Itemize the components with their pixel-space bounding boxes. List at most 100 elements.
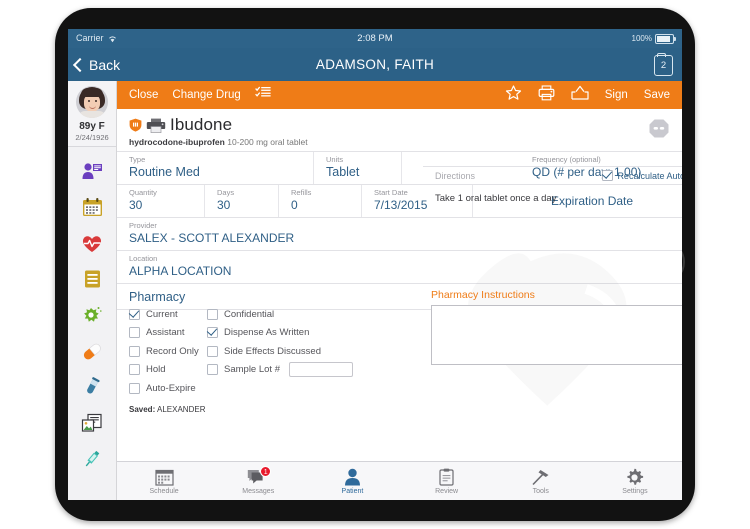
tab-icon-wrap <box>305 467 399 487</box>
sidebar-item-patient-profile[interactable] <box>68 153 116 189</box>
pharmacy-instructions-label: Pharmacy Instructions <box>431 289 535 301</box>
checkbox-box[interactable] <box>129 327 140 339</box>
checkbox-box[interactable] <box>207 345 218 357</box>
sidebar-item-notes[interactable] <box>68 261 116 297</box>
checkbox-label: Side Effects Discussed <box>224 345 321 357</box>
gear-icon <box>627 468 644 485</box>
main-panel: Close Change Drug Sign Save Ibudone hydr… <box>117 81 682 500</box>
checkbox-side-effects-discussed[interactable]: Side Effects Discussed <box>207 345 321 357</box>
directions-text[interactable]: Take 1 oral tablet once a day <box>423 185 682 275</box>
checkbox-hold[interactable]: Hold <box>129 364 207 376</box>
type-field[interactable]: Type Routine Med <box>117 152 314 184</box>
tab-tools[interactable]: Tools <box>494 467 588 495</box>
tab-schedule[interactable]: Schedule <box>117 467 211 495</box>
patient-summary-card[interactable]: 89y F 2/24/1926 <box>68 81 116 147</box>
tab-icon-wrap <box>494 467 588 487</box>
sidebar-item-immunizations[interactable] <box>68 441 116 477</box>
person-icon <box>344 468 360 486</box>
days-label: Days <box>217 188 235 197</box>
sign-button[interactable]: Sign <box>605 89 628 101</box>
pharmacy-instructions-input[interactable] <box>431 305 682 365</box>
sidebar-item-imaging[interactable] <box>68 405 116 441</box>
checkbox-row: Current Confidential <box>129 305 409 324</box>
refills-field[interactable]: Refills 0 <box>279 185 362 217</box>
checkbox-box[interactable] <box>207 364 218 376</box>
print-button[interactable] <box>538 84 555 106</box>
quantity-label: Quantity <box>129 188 157 197</box>
patient-dob: 2/24/1926 <box>75 133 109 142</box>
sidebar-item-allergies[interactable] <box>68 297 116 333</box>
quantity-field[interactable]: Quantity 30 <box>117 185 205 217</box>
drug-generic-line: hydrocodone-ibuprofen 10-200 mg oral tab… <box>129 137 682 147</box>
sidebar-item-labs[interactable] <box>68 369 116 405</box>
tab-messages[interactable]: 1 Messages <box>211 466 305 495</box>
quantity-value: 30 <box>129 198 143 212</box>
sidebar-item-schedule[interactable] <box>68 189 116 225</box>
checkbox-box[interactable] <box>129 364 140 376</box>
units-label: Units <box>326 155 344 164</box>
status-bar-right: 100% <box>632 29 676 48</box>
save-button[interactable]: Save <box>644 89 670 101</box>
tab-review[interactable]: Review <box>400 467 494 495</box>
avatar <box>76 86 108 118</box>
tab-label: Settings <box>622 488 648 495</box>
sidebar-item-vitals[interactable] <box>68 225 116 261</box>
calendar-icon <box>154 469 174 486</box>
type-value: Routine Med <box>129 165 200 179</box>
drug-note-button[interactable] <box>648 118 670 144</box>
provider-field[interactable]: Provider SALEX - SCOTT ALEXANDER <box>117 218 435 250</box>
checkbox-dispense-as-written[interactable]: Dispense As Written <box>207 327 310 339</box>
units-field[interactable]: Units Tablet <box>314 152 402 184</box>
saved-by-text: Saved: ALEXANDER <box>129 405 409 414</box>
sample-lot-input[interactable] <box>288 362 353 378</box>
pharmacy-instructions-section: Pharmacy Instructions <box>431 289 682 365</box>
saved-prefix: Saved: <box>129 404 156 414</box>
checkbox-box[interactable] <box>129 345 140 357</box>
page-count-badge[interactable]: 2 <box>654 53 673 76</box>
checkbox-box[interactable] <box>207 327 218 339</box>
tab-icon-wrap <box>400 467 494 487</box>
drug-strength: 10-200 mg oral tablet <box>227 137 308 147</box>
refills-value: 0 <box>291 198 298 212</box>
close-button[interactable]: Close <box>129 89 158 101</box>
checkbox-label: Auto-Expire <box>146 382 196 394</box>
printer-icon[interactable] <box>146 118 166 133</box>
checkbox-sample-lot[interactable]: Sample Lot # <box>207 362 353 378</box>
checkbox-assistant[interactable]: Assistant <box>129 327 207 339</box>
checkbox-label: Current <box>146 308 178 320</box>
checkbox-box[interactable] <box>207 308 218 320</box>
tab-icon-wrap <box>117 467 211 487</box>
tab-label: Messages <box>242 488 275 495</box>
ios-status-bar: Carrier 2:08 PM 100% <box>68 29 682 48</box>
days-field[interactable]: Days 30 <box>205 185 279 217</box>
checkbox-confidential[interactable]: Confidential <box>207 308 275 320</box>
comment-icon <box>649 119 669 138</box>
tab-settings[interactable]: Settings <box>588 467 682 495</box>
battery-icon <box>655 33 676 44</box>
units-value: Tablet <box>326 165 360 179</box>
tab-patient[interactable]: Patient <box>305 467 399 495</box>
recalculate-automatically-row[interactable]: Recalculate Automatically <box>602 170 682 181</box>
tab-label: Schedule <box>149 488 179 495</box>
checkbox-label: Dispense As Written <box>224 327 310 339</box>
hammer-icon <box>532 470 549 486</box>
checkbox-current[interactable]: Current <box>129 308 207 320</box>
test-tube-icon <box>87 377 100 394</box>
location-field[interactable]: Location ALPHA LOCATION <box>117 251 435 283</box>
share-button[interactable] <box>571 85 589 106</box>
directions-header: Directions Recalculate Automatically <box>423 166 682 185</box>
checkbox-label: Confidential <box>224 308 275 320</box>
checkbox-label: Record Only <box>146 345 199 357</box>
checkbox-auto-expire[interactable]: Auto-Expire <box>129 382 207 394</box>
checkbox-box[interactable] <box>129 382 140 394</box>
tab-icon-wrap <box>588 467 682 487</box>
toolbar-left-group: Close Change Drug <box>117 86 271 105</box>
checkbox-record-only[interactable]: Record Only <box>129 345 207 357</box>
checkbox-row: Assistant Dispense As Written <box>129 324 409 343</box>
favorite-button[interactable] <box>505 84 522 106</box>
recalculate-checkbox[interactable] <box>602 170 614 181</box>
change-drug-button[interactable]: Change Drug <box>172 89 240 101</box>
checklist-button[interactable] <box>254 86 271 105</box>
sidebar-item-medications[interactable] <box>68 333 116 369</box>
checkbox-box[interactable] <box>129 308 140 320</box>
